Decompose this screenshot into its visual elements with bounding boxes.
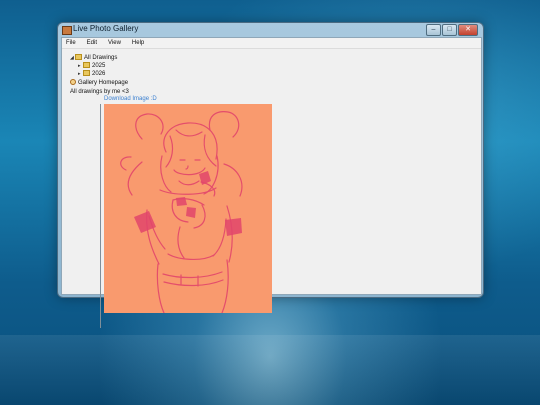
menu-bar: File Edit View Help bbox=[62, 38, 481, 49]
download-image-link[interactable]: Download Image :D bbox=[104, 96, 157, 102]
tree-item-gallery-homepage[interactable]: Gallery Homepage bbox=[70, 79, 129, 87]
line-art-drawing bbox=[120, 111, 243, 313]
folder-icon bbox=[75, 54, 82, 61]
tree-root[interactable]: ◢ All Drawings bbox=[70, 54, 129, 62]
title-bar[interactable]: Live Photo Gallery – □ ✕ bbox=[58, 23, 483, 36]
minimize-button[interactable]: – bbox=[426, 24, 441, 36]
tree-label-all-drawings: All Drawings bbox=[84, 55, 118, 61]
menu-file[interactable]: File bbox=[66, 40, 76, 46]
folder-icon bbox=[83, 62, 90, 69]
menu-view[interactable]: View bbox=[108, 40, 121, 46]
tree-label-2025: 2025 bbox=[92, 63, 106, 69]
tree-item-2025[interactable]: ▸ 2025 bbox=[70, 62, 129, 70]
menu-help[interactable]: Help bbox=[132, 40, 144, 46]
menu-edit[interactable]: Edit bbox=[87, 40, 97, 46]
window-title: Live Photo Gallery bbox=[73, 24, 139, 33]
desktop-horizon bbox=[0, 335, 540, 405]
globe-icon bbox=[70, 79, 76, 86]
tree-label-2026: 2026 bbox=[92, 71, 106, 77]
drawing-image bbox=[104, 104, 272, 313]
caption-buttons: – □ ✕ bbox=[426, 24, 478, 36]
tree-item-2026[interactable]: ▸ 2026 bbox=[70, 70, 129, 78]
app-icon bbox=[62, 26, 72, 35]
navigation-tree: ◢ All Drawings ▸ 2025 ▸ 2026 Gallery Homepa… bbox=[70, 54, 129, 96]
tree-label-gallery-homepage: Gallery Homepage bbox=[78, 80, 129, 86]
maximize-button[interactable]: □ bbox=[442, 24, 457, 36]
close-button[interactable]: ✕ bbox=[458, 24, 478, 36]
pane-splitter[interactable] bbox=[100, 104, 101, 328]
folder-icon bbox=[83, 70, 90, 77]
gallery-caption: All drawings by me <3 bbox=[70, 89, 129, 95]
